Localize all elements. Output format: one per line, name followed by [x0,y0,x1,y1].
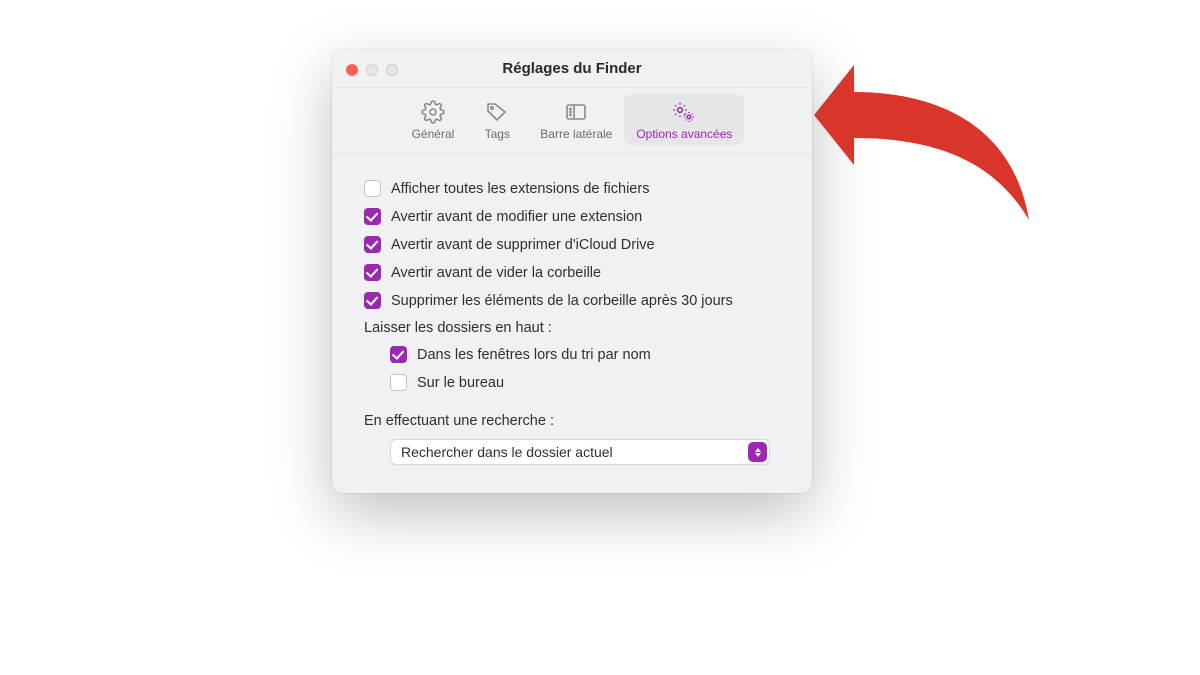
tab-label: Tags [485,127,510,141]
checkbox[interactable] [364,292,381,309]
search-scope-select[interactable]: Rechercher dans le dossier actuel [390,439,770,465]
finder-settings-window: Réglages du Finder Général Tags [332,50,812,493]
option-warn-remove-icloud[interactable]: Avertir avant de supprimer d'iCloud Driv… [364,236,780,253]
checkbox[interactable] [364,180,381,197]
window-title: Réglages du Finder [332,50,812,88]
tab-label: Barre latérale [540,127,612,141]
gear-icon [420,100,446,124]
checkbox-label: Sur le bureau [417,375,504,391]
checkbox[interactable] [364,236,381,253]
folders-on-top-label: Laisser les dossiers en haut : [364,320,780,336]
tab-label: Options avancées [636,127,732,141]
annotation-arrow-icon [784,20,1064,240]
chevron-updown-icon [748,442,767,462]
tab-sidebar[interactable]: Barre latérale [528,94,624,145]
option-show-all-extensions[interactable]: Afficher toutes les extensions de fichie… [364,180,780,197]
advanced-pane: Afficher toutes les extensions de fichie… [332,154,812,493]
search-scope-label: En effectuant une recherche : [364,413,780,429]
checkbox-label: Afficher toutes les extensions de fichie… [391,181,649,197]
sidebar-icon [563,100,589,124]
checkbox[interactable] [390,374,407,391]
checkbox[interactable] [364,208,381,225]
close-button[interactable] [346,64,358,76]
option-folders-top-desktop[interactable]: Sur le bureau [390,374,780,391]
gears-icon [669,100,699,124]
tab-advanced[interactable]: Options avancées [624,94,744,145]
select-value: Rechercher dans le dossier actuel [401,444,613,460]
tab-tags[interactable]: Tags [466,94,528,145]
checkbox-label: Dans les fenêtres lors du tri par nom [417,347,651,363]
checkbox-label: Avertir avant de vider la corbeille [391,265,601,281]
tab-label: Général [412,127,455,141]
traffic-lights [346,64,398,76]
checkbox[interactable] [390,346,407,363]
option-folders-top-windows[interactable]: Dans les fenêtres lors du tri par nom [390,346,780,363]
checkbox-label: Avertir avant de supprimer d'iCloud Driv… [391,237,655,253]
checkbox-label: Avertir avant de modifier une extension [391,209,642,225]
option-warn-empty-trash[interactable]: Avertir avant de vider la corbeille [364,264,780,281]
minimize-button[interactable] [366,64,378,76]
toolbar-tabs: Général Tags Barre latérale [332,88,812,154]
checkbox-label: Supprimer les éléments de la corbeille a… [391,293,733,309]
checkbox[interactable] [364,264,381,281]
tab-general[interactable]: Général [400,94,467,145]
option-remove-after-30-days[interactable]: Supprimer les éléments de la corbeille a… [364,292,780,309]
option-warn-change-extension[interactable]: Avertir avant de modifier une extension [364,208,780,225]
titlebar: Réglages du Finder [332,50,812,88]
tag-icon [484,100,510,124]
zoom-button[interactable] [386,64,398,76]
